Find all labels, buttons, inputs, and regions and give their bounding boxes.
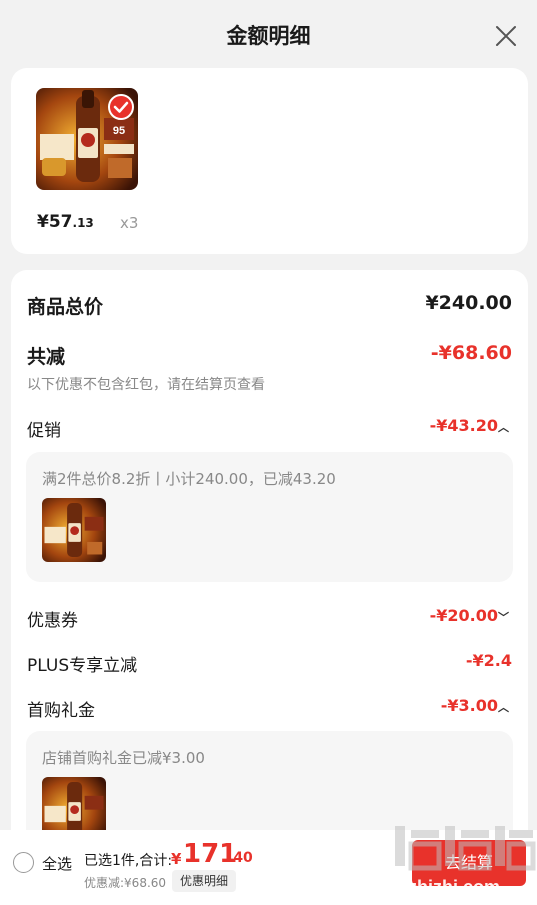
total-row: 商品总价 ¥240.00 xyxy=(27,292,512,320)
first-gift-label: 首购礼金 xyxy=(27,701,95,721)
promotion-row[interactable]: 促销 -¥43.20︿ xyxy=(27,416,512,441)
chevron-up-icon[interactable]: ︿ xyxy=(498,699,512,715)
first-gift-detail-text: 店铺首购礼金已减¥3.00 xyxy=(42,749,205,767)
first-gift-row[interactable]: 首购礼金 -¥3.00︿ xyxy=(27,696,512,721)
coupon-label: 优惠券 xyxy=(27,611,78,631)
discount-summary: 优惠减:¥68.60 xyxy=(84,876,167,890)
watermark-text: zhizhizhi.com xyxy=(383,877,500,897)
total-value: ¥240.00 xyxy=(425,292,512,314)
promotion-detail-box: 满2件总价8.2折丨小计240.00，已减43.20 xyxy=(26,452,513,582)
chevron-up-icon[interactable]: ︿ xyxy=(498,419,512,435)
total-amount-decimal: .40 xyxy=(228,850,253,866)
chevron-down-icon[interactable]: ﹀ xyxy=(498,609,512,625)
selected-check-icon xyxy=(108,94,134,120)
select-all-label[interactable]: 全选 xyxy=(42,853,72,874)
plus-value: -¥2.4 xyxy=(465,651,512,670)
sheet-title: 金额明细 xyxy=(226,24,311,48)
total-currency: ¥ xyxy=(171,850,182,868)
discount-detail-button[interactable]: 优惠明细 xyxy=(172,870,237,892)
reduce-note: 以下优惠不包含红包，请在结算页查看 xyxy=(27,377,265,393)
select-all-radio[interactable] xyxy=(13,852,34,873)
reduce-row: 共减 -¥68.60 xyxy=(27,342,512,370)
coupon-value: -¥20.00﹀ xyxy=(430,606,512,625)
total-label: 商品总价 xyxy=(27,296,104,318)
sheet-header: 金额明细 xyxy=(0,0,537,70)
svg-text:95: 95 xyxy=(113,125,125,137)
selected-count-label: 已选1件,合计: xyxy=(84,853,173,869)
product-card: 95 ¥57.13 x3 xyxy=(11,68,528,254)
product-thumbnail[interactable]: 95 xyxy=(36,88,138,190)
promotion-product-thumbnail xyxy=(42,498,106,562)
promotion-label: 促销 xyxy=(27,421,61,441)
reduce-value: -¥68.60 xyxy=(430,342,512,364)
close-icon[interactable] xyxy=(494,24,518,48)
coupon-row[interactable]: 优惠券 -¥20.00﹀ xyxy=(27,606,512,631)
plus-row: PLUS专享立减 -¥2.4 xyxy=(27,651,512,676)
promotion-value: -¥43.20︿ xyxy=(430,416,512,435)
first-gift-value: -¥3.00︿ xyxy=(441,696,512,715)
plus-label: PLUS专享立减 xyxy=(27,656,138,676)
amount-breakdown-card: 商品总价 ¥240.00 共减 -¥68.60 以下优惠不包含红包，请在结算页查… xyxy=(11,270,528,850)
product-quantity: x3 xyxy=(120,214,139,232)
product-unit-price: ¥57.13 xyxy=(37,212,94,232)
promotion-detail-text: 满2件总价8.2折丨小计240.00，已减43.20 xyxy=(42,470,336,488)
reduce-label: 共减 xyxy=(27,346,66,368)
